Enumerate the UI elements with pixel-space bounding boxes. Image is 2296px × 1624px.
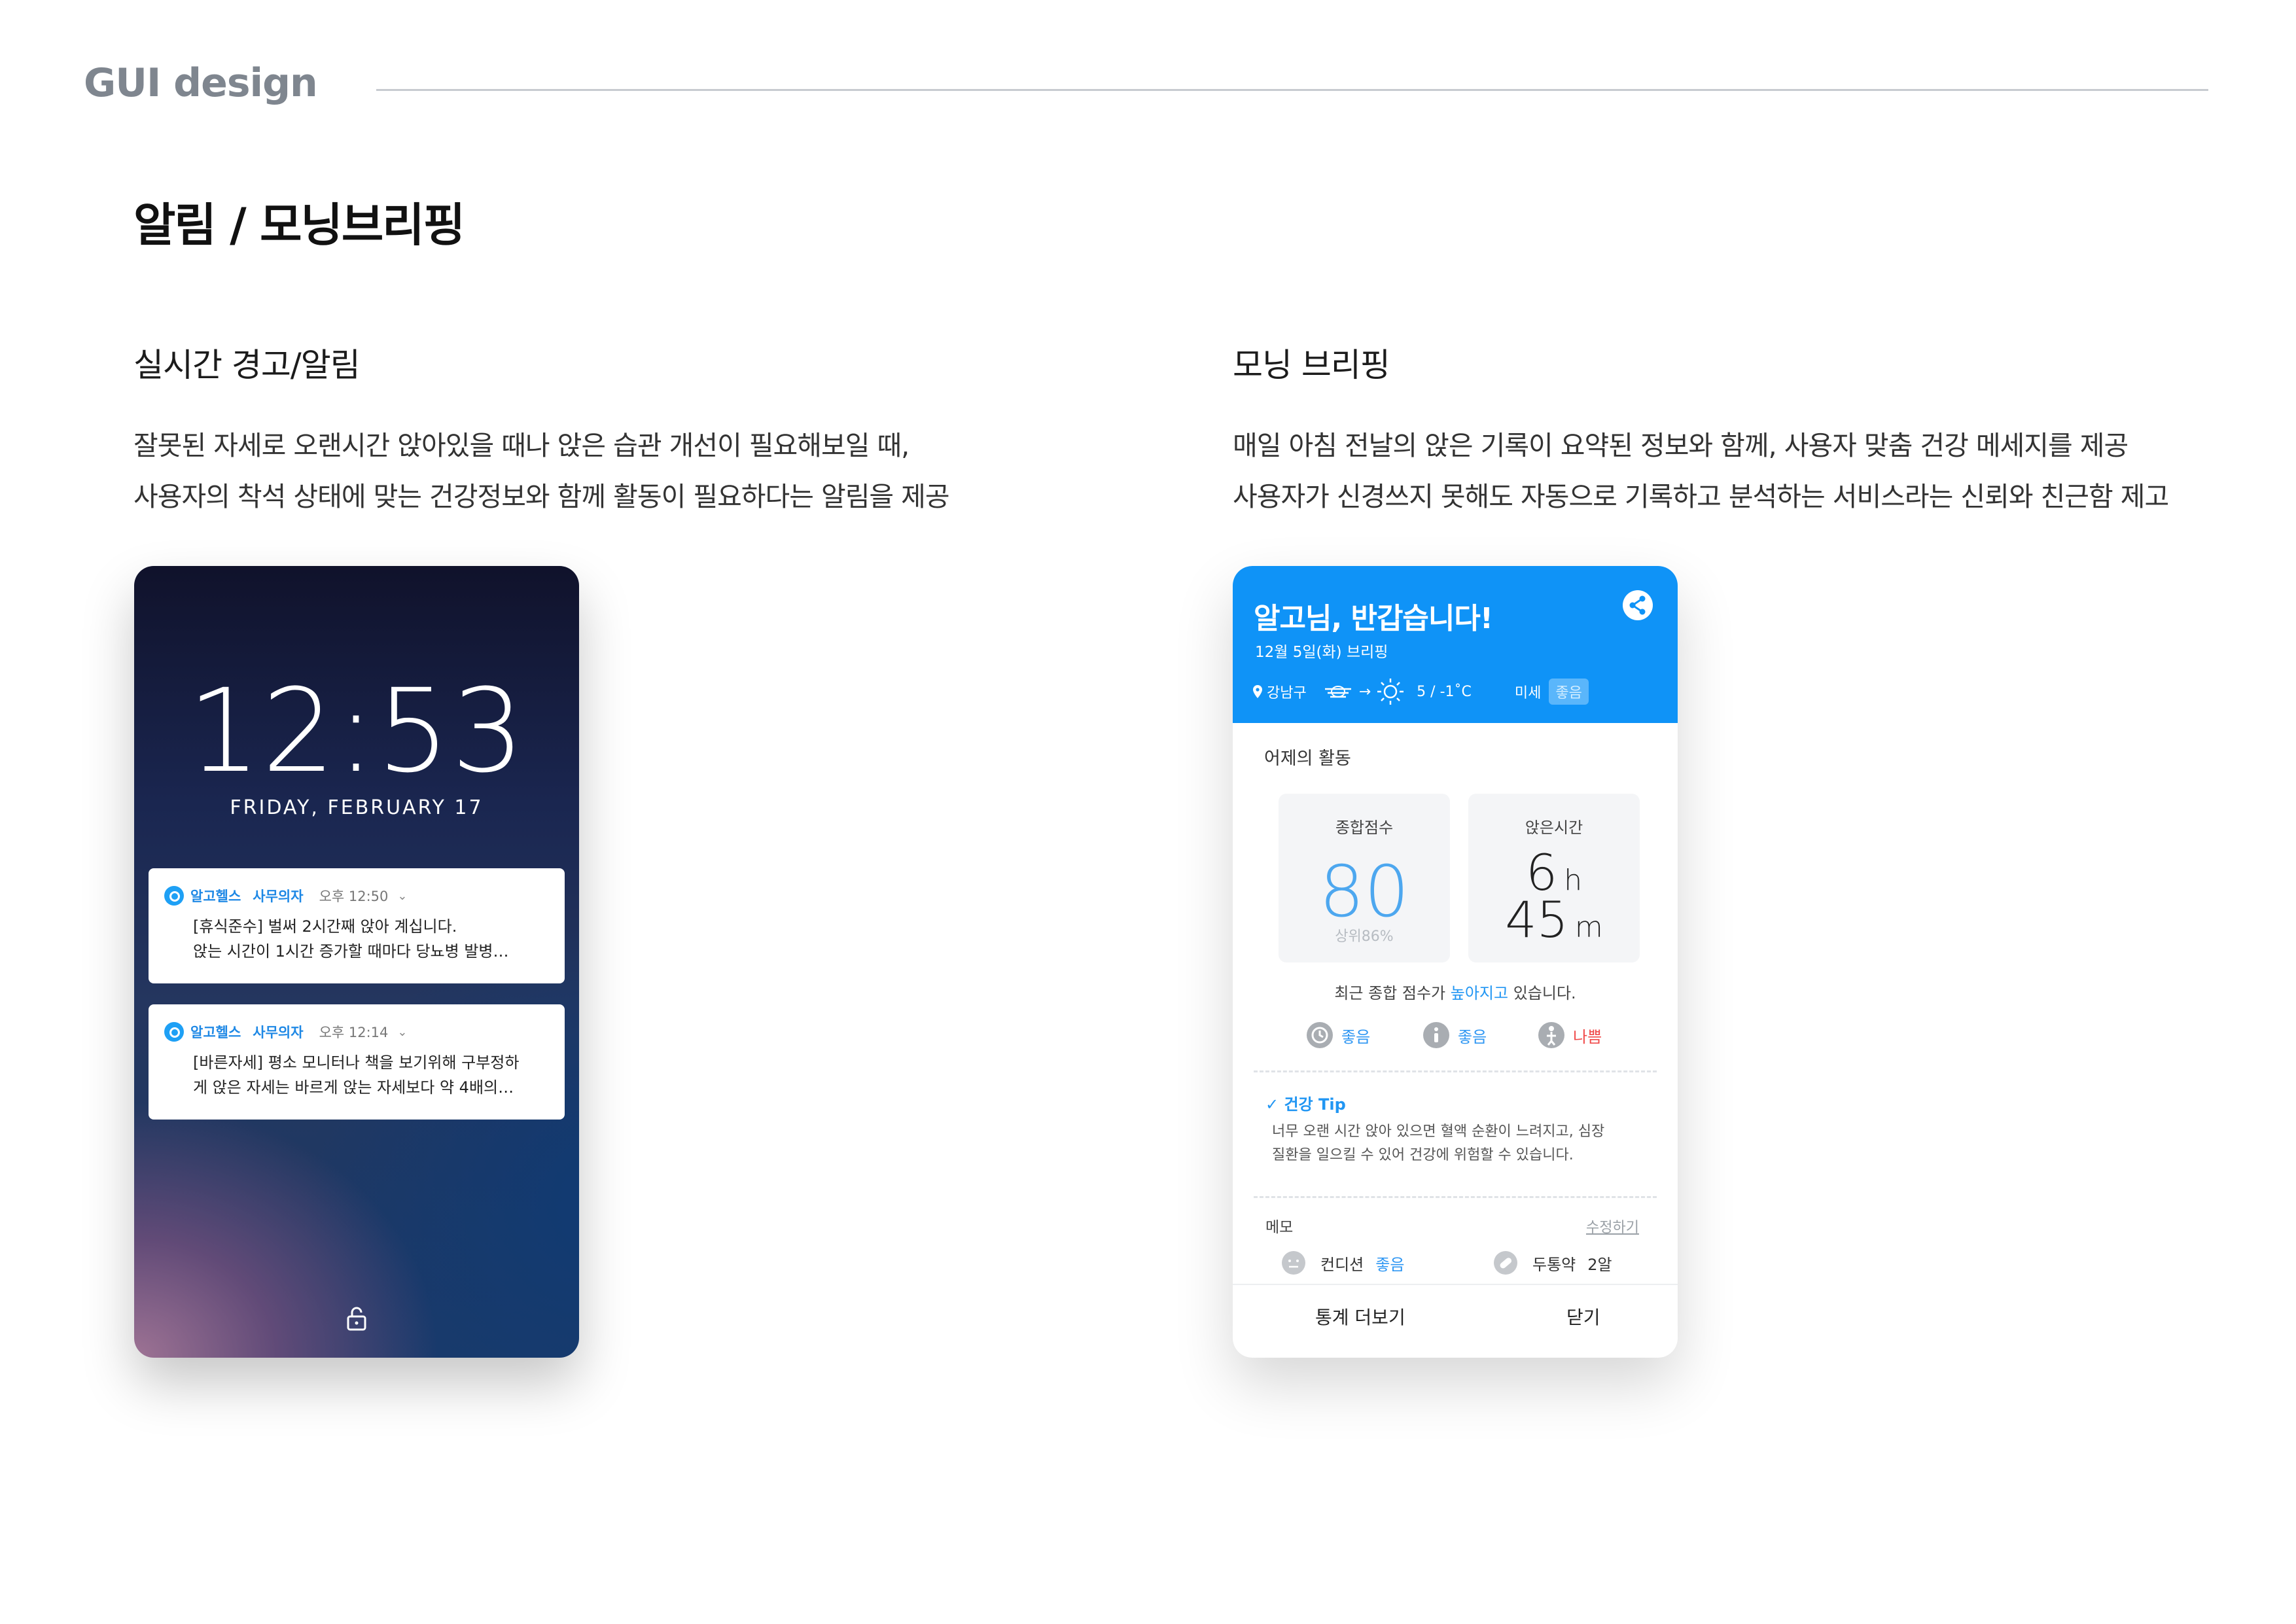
posture-icon [1538, 1022, 1564, 1048]
total-score-card: 종합점수 80 상위86% [1279, 794, 1450, 962]
lockscreen-date: FRIDAY, FEBRUARY 17 [230, 796, 484, 819]
medicine-label: 두통약 [1532, 1255, 1576, 1274]
total-score-title: 종합점수 [1335, 819, 1394, 837]
fine-dust-label: 미세 [1514, 685, 1542, 701]
fog-icon [1324, 686, 1351, 698]
status-label: 좋음 [1458, 1027, 1487, 1046]
notification-body: [바른자세] 평소 모니터나 책을 보기위해 구부정하 게 앉은 자세는 바르게… [193, 1050, 552, 1100]
health-tip-title-text: 건강 Tip [1284, 1095, 1346, 1114]
right-desc-line-2: 사용자가 신경쓰지 못해도 자동으로 기록하고 분석하는 서비스라는 신뢰와 친… [1233, 481, 2169, 512]
notification-device: 사무의자 [253, 1025, 304, 1040]
briefing-card: 알고님, 반갑습니다! 12월 5일(화) 브리핑 강남구 → 5 / -1˚C… [1233, 566, 1678, 1358]
score-trend-text: 최근 종합 점수가 높아지고 있습니다. [1233, 980, 1678, 1003]
left-section-description: 잘못된 자세로 오랜시간 앉아있을 때나 앉은 습관 개선이 필요해보일 때, … [133, 420, 950, 522]
notification-header: 알고헬스 사무의자 오후 12:14 ⌄ [164, 1020, 408, 1044]
footer-divider [1233, 1284, 1678, 1285]
sitting-time-card: 앉은시간 6h 45 m [1468, 794, 1640, 962]
memo-condition: 컨디션 좋음 [1281, 1248, 1404, 1277]
total-score-value: 80 [1319, 851, 1409, 933]
medicine-value: 2알 [1587, 1255, 1612, 1274]
fine-dust-badge: 좋음 [1549, 679, 1589, 705]
notification-line-1: [휴식준수] 벌써 2시간째 앉아 계십니다. [193, 917, 457, 936]
pill-icon [1494, 1251, 1517, 1275]
condition-value: 좋음 [1375, 1255, 1405, 1274]
location-pin-icon [1253, 685, 1262, 698]
notification-line-1: [바른자세] 평소 모니터나 책을 보기위해 구부정하 [193, 1053, 520, 1072]
health-tip-title: ✓ 건강 Tip [1265, 1091, 1346, 1114]
right-section-title: 모닝 브리핑 [1233, 346, 1390, 384]
right-section-description: 매일 아침 전날의 앉은 기록이 요약된 정보와 함께, 사용자 맞춤 건강 메… [1233, 420, 2169, 522]
left-desc-line-1: 잘못된 자세로 오랜시간 앉아있을 때나 앉은 습관 개선이 필요해보일 때, [133, 430, 910, 461]
notification-time: 오후 12:50 [319, 889, 389, 904]
tip-line-1: 너무 오랜 시간 앉아 있으면 혈액 순환이 느려지고, 심장 [1272, 1123, 1605, 1140]
status-item: 좋음 [1422, 1021, 1487, 1050]
memo-medicine: 두통약 2알 [1493, 1248, 1612, 1277]
view-stats-button[interactable]: 통계 더보기 [1315, 1303, 1405, 1330]
share-icon[interactable] [1622, 590, 1653, 621]
temperature: 5 / -1˚C [1417, 683, 1472, 700]
location-label: 강남구 [1267, 685, 1307, 701]
app-logo-icon [164, 1022, 184, 1042]
info-icon [1423, 1022, 1449, 1048]
sitting-time-title: 앉은시간 [1525, 819, 1583, 837]
header-divider [376, 89, 2208, 91]
sitting-minutes-unit: m [1574, 911, 1603, 944]
page-title: 알림 / 모닝브리핑 [133, 198, 465, 252]
sitting-minutes-value: 45 [1505, 891, 1568, 949]
greeting-title: 알고님, 반갑습니다! [1254, 602, 1493, 635]
unlock-icon[interactable] [342, 1304, 371, 1333]
weather-row: 강남구 → 5 / -1˚C 미세 좋음 [1252, 677, 1658, 706]
score-rank: 상위86% [1335, 928, 1394, 945]
brand-title: GUI design [84, 60, 318, 106]
memo-edit-link[interactable]: 수정하기 [1586, 1216, 1639, 1237]
notification-header: 알고헬스 사무의자 오후 12:50 ⌄ [164, 884, 408, 908]
notification-card[interactable]: 알고헬스 사무의자 오후 12:14 ⌄ [바른자세] 평소 모니터나 책을 보… [149, 1004, 565, 1120]
clock-icon [1307, 1022, 1333, 1048]
notification-line-2: 게 앉은 자세는 바르게 앉는 자세보다 약 4배의… [193, 1078, 514, 1097]
left-desc-line-2: 사용자의 착석 상태에 맞는 건강정보와 함께 활동이 필요하다는 알림을 제공 [133, 481, 950, 512]
lockscreen-clock: 12:53 [187, 664, 526, 798]
notification-device: 사무의자 [253, 889, 304, 904]
chevron-down-icon[interactable]: ⌄ [397, 1025, 407, 1039]
tip-line-2: 질환을 일으킬 수 있어 건강에 위험할 수 있습니다. [1272, 1147, 1574, 1163]
status-item: 나쁨 [1538, 1021, 1602, 1050]
status-item: 좋음 [1306, 1021, 1370, 1050]
notification-time: 오후 12:14 [319, 1025, 389, 1040]
trend-highlight: 높아지고 [1450, 984, 1509, 1002]
health-tip-body: 너무 오랜 시간 앉아 있으면 혈액 순환이 느려지고, 심장 질환을 일으킬 … [1272, 1120, 1651, 1167]
notification-card[interactable]: 알고헬스 사무의자 오후 12:50 ⌄ [휴식준수] 벌써 2시간째 앉아 계… [149, 868, 565, 983]
close-button[interactable]: 닫기 [1566, 1303, 1600, 1330]
memo-label: 메모 [1265, 1219, 1294, 1236]
divider [1254, 1196, 1657, 1198]
briefing-header: 알고님, 반갑습니다! 12월 5일(화) 브리핑 강남구 → 5 / -1˚C… [1233, 566, 1678, 723]
chevron-down-icon[interactable]: ⌄ [397, 889, 407, 903]
check-icon: ✓ [1265, 1095, 1279, 1114]
trend-suffix: 있습니다. [1508, 984, 1576, 1002]
face-icon [1282, 1251, 1305, 1275]
notification-line-2: 앉는 시간이 1시간 증가할 때마다 당뇨병 발병… [193, 942, 509, 961]
status-label: 나쁨 [1573, 1027, 1602, 1046]
trend-prefix: 최근 종합 점수가 [1334, 984, 1451, 1002]
sitting-minutes: 45 m [1468, 891, 1640, 949]
status-label: 좋음 [1341, 1027, 1371, 1046]
divider [1254, 1070, 1657, 1072]
weather-arrow: → [1358, 683, 1371, 700]
briefing-date: 12월 5일(화) 브리핑 [1255, 644, 1388, 661]
lockscreen-mockup: 12:53 FRIDAY, FEBRUARY 17 알고헬스 사무의자 오후 1… [134, 566, 579, 1358]
right-desc-line-1: 매일 아침 전날의 앉은 기록이 요약된 정보와 함께, 사용자 맞춤 건강 메… [1233, 430, 2128, 461]
condition-label: 컨디션 [1320, 1255, 1364, 1274]
left-section-title: 실시간 경고/알림 [133, 346, 361, 384]
app-logo-icon [164, 886, 184, 906]
notification-body: [휴식준수] 벌써 2시간째 앉아 계십니다. 앉는 시간이 1시간 증가할 때… [193, 914, 552, 964]
activity-section-label: 어제의 활동 [1264, 749, 1351, 769]
notification-app-name: 알고헬스 [190, 1025, 241, 1040]
notification-app-name: 알고헬스 [190, 889, 241, 904]
sun-icon [1377, 679, 1404, 705]
